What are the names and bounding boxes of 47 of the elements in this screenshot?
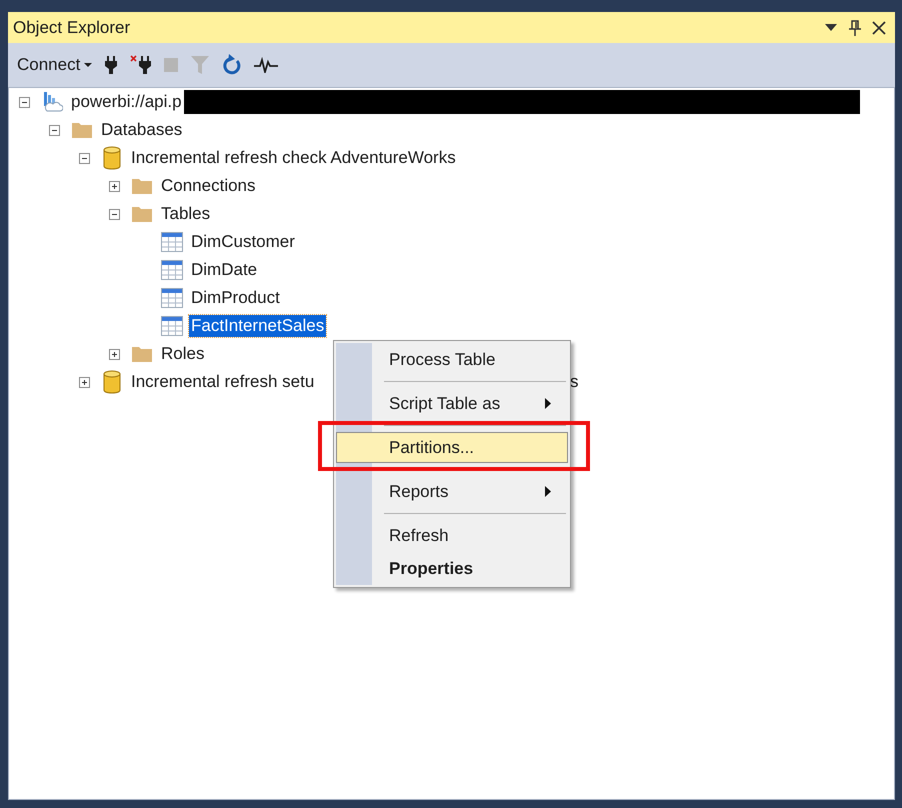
tree-item[interactable]: DimProduct xyxy=(189,287,282,309)
menu-item[interactable]: Partitions... xyxy=(336,432,568,463)
panel-title: Object Explorer xyxy=(13,18,132,38)
table-icon xyxy=(161,288,183,308)
collapse-icon[interactable] xyxy=(18,96,30,108)
tree-item[interactable]: Connections xyxy=(159,175,258,197)
server-cloud-icon xyxy=(41,91,63,113)
tree-item[interactable]: Tables xyxy=(159,203,212,225)
menu-item[interactable]: Script Table as xyxy=(336,388,568,419)
submenu-arrow-icon xyxy=(545,486,551,497)
database-icon xyxy=(103,370,121,394)
collapse-icon[interactable] xyxy=(78,152,90,164)
folder-icon xyxy=(131,205,153,223)
folder-icon xyxy=(131,177,153,195)
menu-item[interactable]: Process Table xyxy=(336,344,568,375)
tree-item[interactable]: powerbi://api.p xyxy=(69,91,184,113)
tree-item-fragment: s xyxy=(570,372,578,392)
connect-button[interactable]: Connect xyxy=(17,55,92,75)
expand-icon[interactable] xyxy=(108,348,120,360)
menu-item[interactable]: Properties xyxy=(336,553,568,584)
table-icon xyxy=(161,232,183,252)
database-icon xyxy=(103,146,121,170)
table-icon xyxy=(161,316,183,336)
refresh-icon[interactable] xyxy=(222,54,242,76)
expand-icon[interactable] xyxy=(78,376,90,388)
folder-icon xyxy=(71,121,93,139)
menu-item[interactable]: Refresh xyxy=(336,520,568,551)
disconnect-plug-icon[interactable] xyxy=(130,55,152,75)
tree-item[interactable]: Databases xyxy=(99,119,184,141)
close-icon[interactable] xyxy=(872,20,886,34)
menu-item[interactable]: Reports xyxy=(336,476,568,507)
dropdown-icon[interactable] xyxy=(825,24,837,32)
plug-icon[interactable] xyxy=(104,55,118,75)
tree-item[interactable]: DimCustomer xyxy=(189,231,297,253)
table-icon xyxy=(161,260,183,280)
collapse-icon[interactable] xyxy=(48,124,60,136)
activity-monitor-icon[interactable] xyxy=(254,57,278,73)
pin-icon[interactable] xyxy=(849,20,861,36)
tree-item[interactable]: FactInternetSales xyxy=(189,315,326,337)
tree-item[interactable]: Incremental refresh setu xyxy=(129,371,316,393)
tree-item[interactable]: DimDate xyxy=(189,259,260,281)
tree-item[interactable]: Roles xyxy=(159,343,206,365)
submenu-arrow-icon xyxy=(545,398,551,409)
expand-icon[interactable] xyxy=(108,180,120,192)
folder-icon xyxy=(131,345,153,363)
collapse-icon[interactable] xyxy=(108,208,120,220)
tree-item[interactable]: Incremental refresh check AdventureWorks xyxy=(129,147,458,169)
